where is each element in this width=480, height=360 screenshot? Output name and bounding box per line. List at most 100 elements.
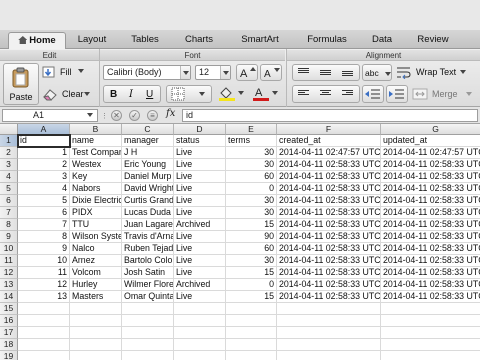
table-cell[interactable]: 10 bbox=[18, 255, 70, 267]
bold-button[interactable]: B bbox=[110, 89, 117, 100]
underline-button[interactable]: U bbox=[146, 89, 153, 100]
table-cell[interactable] bbox=[122, 303, 174, 315]
align-right-icon[interactable] bbox=[342, 90, 353, 99]
font-name-select[interactable]: Calibri (Body) bbox=[103, 65, 191, 80]
row-header[interactable]: 10 bbox=[0, 243, 18, 255]
table-cell[interactable]: Curtis Grand bbox=[122, 195, 174, 207]
font-size-select[interactable]: 12 bbox=[195, 65, 231, 80]
table-cell[interactable] bbox=[174, 315, 226, 327]
row-header[interactable]: 3 bbox=[0, 159, 18, 171]
table-cell[interactable] bbox=[18, 351, 70, 360]
table-cell[interactable]: David Wright bbox=[122, 183, 174, 195]
table-cell[interactable]: Key bbox=[70, 171, 122, 183]
resize-handle-icon[interactable]: ⋮ bbox=[101, 112, 108, 120]
align-top-icon[interactable] bbox=[298, 68, 309, 77]
column-header-g[interactable]: G bbox=[381, 124, 480, 135]
table-cell[interactable] bbox=[18, 315, 70, 327]
table-cell[interactable] bbox=[226, 315, 277, 327]
table-cell[interactable]: Masters bbox=[70, 291, 122, 303]
table-cell[interactable]: name bbox=[70, 135, 122, 147]
table-cell[interactable]: 60 bbox=[226, 171, 277, 183]
tab-smartart[interactable]: SmartArt bbox=[230, 32, 290, 49]
increase-font-size-button[interactable]: A bbox=[236, 64, 258, 81]
table-cell[interactable]: Nabors bbox=[70, 183, 122, 195]
table-cell[interactable]: Wilmer Flore bbox=[122, 279, 174, 291]
column-header-a[interactable]: A bbox=[18, 124, 70, 135]
table-cell[interactable] bbox=[174, 339, 226, 351]
table-cell[interactable]: J H bbox=[122, 147, 174, 159]
align-center-icon[interactable] bbox=[320, 90, 331, 99]
font-color-button[interactable]: A bbox=[252, 85, 280, 103]
table-cell[interactable]: 9 bbox=[18, 243, 70, 255]
table-cell[interactable] bbox=[122, 315, 174, 327]
table-cell[interactable]: Live bbox=[174, 159, 226, 171]
row-header[interactable]: 6 bbox=[0, 195, 18, 207]
column-header-d[interactable]: D bbox=[174, 124, 226, 135]
table-cell[interactable] bbox=[174, 351, 226, 360]
table-cell[interactable]: 2014-04-11 02:58:33 UTC bbox=[277, 195, 381, 207]
table-cell[interactable] bbox=[381, 327, 480, 339]
table-cell[interactable]: Dixie Electric bbox=[70, 195, 122, 207]
table-cell[interactable] bbox=[122, 327, 174, 339]
table-cell[interactable]: Juan Lagares bbox=[122, 219, 174, 231]
table-cell[interactable]: terms bbox=[226, 135, 277, 147]
table-cell[interactable] bbox=[18, 327, 70, 339]
table-cell[interactable]: 60 bbox=[226, 243, 277, 255]
fill-color-button[interactable] bbox=[218, 85, 246, 103]
row-header[interactable]: 15 bbox=[0, 303, 18, 315]
table-cell[interactable] bbox=[122, 339, 174, 351]
table-cell[interactable] bbox=[70, 339, 122, 351]
table-cell[interactable]: 12 bbox=[18, 279, 70, 291]
row-header[interactable]: 7 bbox=[0, 207, 18, 219]
table-cell[interactable]: Josh Satin bbox=[122, 267, 174, 279]
table-cell[interactable]: 2014-04-11 02:58:33 UTC bbox=[277, 279, 381, 291]
tab-formulas[interactable]: Formulas bbox=[298, 32, 356, 49]
table-cell[interactable]: 15 bbox=[226, 219, 277, 231]
table-cell[interactable]: Live bbox=[174, 147, 226, 159]
table-cell[interactable] bbox=[18, 339, 70, 351]
table-cell[interactable]: manager bbox=[122, 135, 174, 147]
table-cell[interactable]: 4 bbox=[18, 183, 70, 195]
row-header[interactable]: 9 bbox=[0, 231, 18, 243]
name-box[interactable]: A1 bbox=[2, 109, 98, 122]
table-cell[interactable] bbox=[226, 303, 277, 315]
align-bottom-icon[interactable] bbox=[342, 68, 353, 77]
table-cell[interactable]: Bartolo Colo bbox=[122, 255, 174, 267]
table-cell[interactable]: Live bbox=[174, 195, 226, 207]
row-header[interactable]: 14 bbox=[0, 291, 18, 303]
column-header-e[interactable]: E bbox=[226, 124, 277, 135]
table-cell[interactable]: 2014-04-11 02:58:33 UTC bbox=[277, 291, 381, 303]
table-cell[interactable] bbox=[277, 351, 381, 360]
table-cell[interactable]: 5 bbox=[18, 195, 70, 207]
table-cell[interactable]: 2014-04-11 02:58:33 UTC bbox=[277, 183, 381, 195]
table-cell[interactable]: status bbox=[174, 135, 226, 147]
align-middle-icon[interactable] bbox=[320, 68, 331, 77]
tab-data[interactable]: Data bbox=[362, 32, 402, 49]
table-cell[interactable]: 2014-04-11 02:58:33 UTC bbox=[381, 159, 480, 171]
row-header[interactable]: 5 bbox=[0, 183, 18, 195]
table-cell[interactable]: 2014-04-11 02:58:33 UTC bbox=[277, 267, 381, 279]
table-cell[interactable] bbox=[18, 303, 70, 315]
decrease-font-size-button[interactable]: A bbox=[260, 64, 282, 81]
table-cell[interactable]: 2014-04-11 02:58:33 UTC bbox=[277, 159, 381, 171]
table-cell[interactable]: 8 bbox=[18, 231, 70, 243]
table-cell[interactable]: 13 bbox=[18, 291, 70, 303]
table-cell[interactable]: PIDX bbox=[70, 207, 122, 219]
table-cell[interactable]: 2014-04-11 02:58:33 UTC bbox=[381, 291, 480, 303]
table-cell[interactable]: Eric Young bbox=[122, 159, 174, 171]
table-cell[interactable]: 30 bbox=[226, 207, 277, 219]
table-cell[interactable]: 1 bbox=[18, 147, 70, 159]
table-cell[interactable] bbox=[174, 327, 226, 339]
table-cell[interactable]: 2014-04-11 02:58:33 UTC bbox=[277, 255, 381, 267]
tab-layout[interactable]: Layout bbox=[70, 32, 114, 49]
table-cell[interactable] bbox=[122, 351, 174, 360]
active-cell[interactable]: id bbox=[17, 134, 71, 148]
row-header[interactable]: 4 bbox=[0, 171, 18, 183]
table-cell[interactable]: Ruben Tejad bbox=[122, 243, 174, 255]
merge-button[interactable]: Merge bbox=[412, 87, 478, 103]
table-cell[interactable]: 2014-04-11 02:58:33 UTC bbox=[381, 219, 480, 231]
tab-charts[interactable]: Charts bbox=[176, 32, 222, 49]
table-cell[interactable] bbox=[381, 303, 480, 315]
table-cell[interactable] bbox=[381, 339, 480, 351]
table-cell[interactable]: Live bbox=[174, 231, 226, 243]
